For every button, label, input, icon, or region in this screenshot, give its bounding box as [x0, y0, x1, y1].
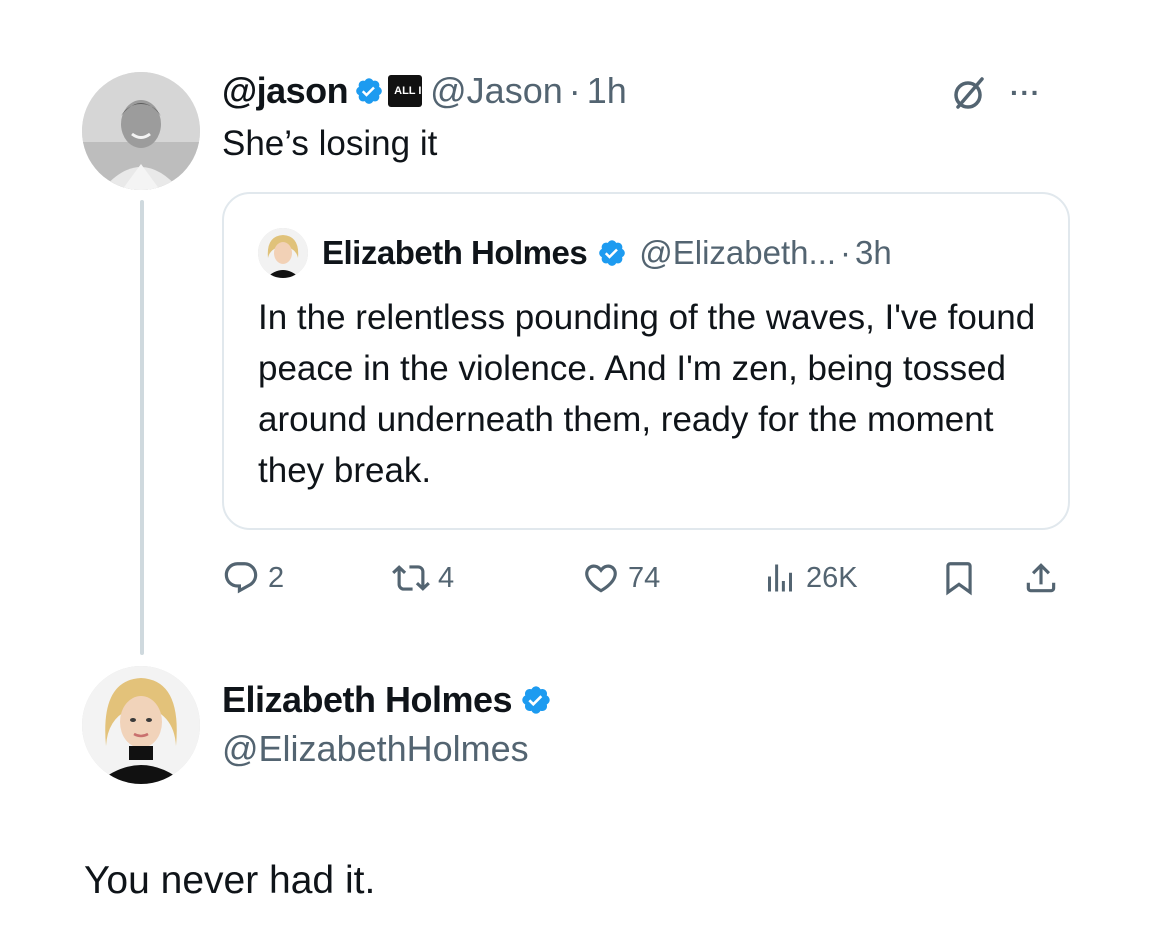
heart-icon — [585, 564, 617, 593]
jason-avatar[interactable] — [82, 72, 200, 190]
share-icon — [1026, 563, 1056, 593]
repost-button[interactable]: 4 — [392, 556, 454, 600]
bookmark-button[interactable] — [940, 556, 978, 600]
verified-badge-icon — [520, 684, 552, 716]
profile-handle[interactable]: @ElizabethHolmes — [222, 728, 529, 770]
quoted-author-name: Elizabeth Holmes — [322, 234, 588, 271]
more-options-icon[interactable]: ··· — [1010, 77, 1041, 109]
tweet-text: She’s losing it — [222, 124, 438, 163]
reply-count: 2 — [268, 561, 285, 594]
like-count: 74 — [628, 561, 661, 594]
quoted-tweet-card[interactable]: Elizabeth Holmes @Elizabeth... · 3h In t… — [222, 192, 1070, 530]
quoted-tweet-text: In the relentless pounding of the waves,… — [258, 298, 1036, 490]
like-button[interactable]: 74 — [582, 556, 660, 600]
tweet-action-bar: 2 4 74 26K — [222, 556, 1070, 600]
separator-dot: · — [568, 70, 581, 111]
screenshot: @jason ALL IN @Jason · 1h ··· She’s losi… — [0, 0, 1170, 935]
tweet-header: @jason ALL IN @Jason · 1h — [222, 68, 627, 114]
author-handle[interactable]: @Jason — [430, 70, 563, 112]
reply-icon — [224, 562, 258, 594]
quoted-tweet-header: Elizabeth Holmes @Elizabeth... · 3h — [258, 226, 892, 280]
repost-icon — [392, 565, 430, 591]
bookmark-icon — [946, 562, 972, 596]
quoted-tweet-timestamp: 3h — [855, 234, 892, 271]
verified-badge-icon — [354, 76, 384, 106]
affiliate-badge-text: ALL IN — [394, 85, 430, 97]
affiliate-badge-icon[interactable]: ALL IN — [388, 75, 430, 107]
quoted-author-handle: @Elizabeth... — [639, 234, 836, 271]
views-chart-icon — [768, 564, 792, 592]
grok-icon[interactable] — [950, 73, 990, 113]
reply-text: You never had it. — [84, 859, 376, 902]
tweet-timestamp[interactable]: 1h — [587, 70, 627, 112]
thread-connector-line — [140, 200, 144, 655]
tweet-top-actions: ··· — [950, 70, 1041, 116]
separator-dot: · — [840, 234, 851, 271]
profile-name-row: Elizabeth Holmes — [222, 676, 552, 724]
share-button[interactable] — [1022, 556, 1060, 600]
author-name[interactable]: @jason — [222, 70, 349, 112]
elizabeth-holmes-avatar[interactable] — [82, 666, 200, 784]
reply-button[interactable]: 2 — [222, 556, 284, 600]
profile-name[interactable]: Elizabeth Holmes — [222, 679, 513, 721]
quoted-author-avatar[interactable] — [258, 228, 308, 278]
views-button[interactable]: 26K — [762, 556, 858, 600]
view-count: 26K — [806, 561, 858, 594]
verified-badge-icon — [597, 238, 627, 268]
repost-count: 4 — [438, 561, 455, 594]
